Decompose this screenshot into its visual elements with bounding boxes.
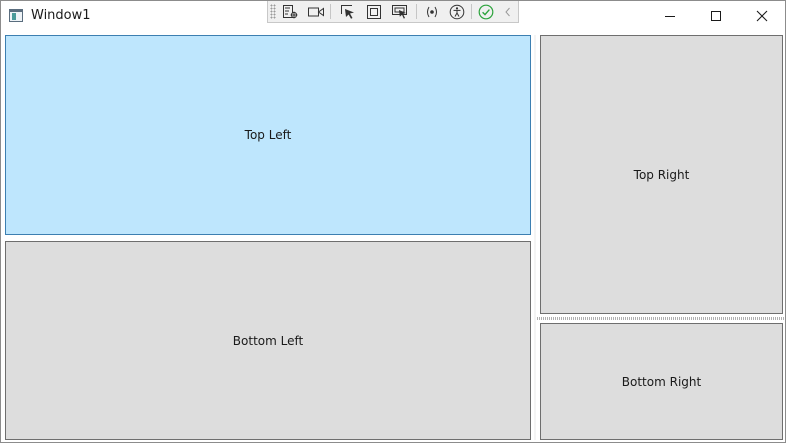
toolbar-separator	[330, 4, 331, 19]
toolbar-separator	[416, 4, 417, 19]
app-window: Window1 Top Left Bottom Left Top Right B…	[0, 0, 786, 443]
vertical-splitter[interactable]	[534, 35, 536, 440]
window-app-icon[interactable]	[9, 9, 23, 22]
panel-label: Top Left	[244, 128, 292, 142]
track-focused-element-icon	[392, 5, 407, 19]
panel-bottom-left[interactable]: Bottom Left	[5, 241, 531, 440]
close-icon	[756, 10, 768, 22]
panel-top-left[interactable]: Top Left	[5, 35, 531, 235]
collapse-toolbar-button[interactable]	[500, 3, 516, 21]
record-video-icon	[308, 7, 324, 17]
record-video-button[interactable]	[306, 3, 326, 21]
select-element-icon	[341, 5, 354, 19]
collapse-toolbar-icon	[505, 7, 510, 17]
binding-failures-button[interactable]	[422, 3, 442, 21]
hot-reload-status-button[interactable]	[476, 3, 496, 21]
accessibility-scanner-button[interactable]	[447, 3, 467, 21]
display-layout-adorners-icon	[367, 5, 381, 19]
window-title: Window1	[31, 8, 91, 23]
accessibility-scanner-icon	[449, 4, 465, 20]
close-button[interactable]	[739, 1, 785, 31]
live-visual-tree-icon	[283, 5, 298, 19]
panel-label: Bottom Left	[232, 333, 304, 348]
panel-label: Top Right	[633, 167, 690, 182]
debug-toolbar	[267, 1, 519, 23]
horizontal-splitter[interactable]	[537, 317, 785, 320]
minimize-icon	[665, 16, 675, 17]
toolbar-grip[interactable]	[270, 4, 276, 19]
maximize-icon	[711, 11, 721, 21]
panel-bottom-right[interactable]: Bottom Right	[540, 323, 783, 440]
select-element-button[interactable]	[338, 3, 358, 21]
track-focused-element-button[interactable]	[390, 3, 410, 21]
binding-failures-icon	[427, 6, 437, 18]
panel-label: Bottom Right	[621, 374, 702, 389]
panel-top-right[interactable]: Top Right	[540, 35, 783, 314]
hot-reload-ok-icon	[478, 4, 494, 20]
live-visual-tree-button[interactable]	[280, 3, 300, 21]
toolbar-separator	[471, 4, 472, 19]
display-layout-adorners-button[interactable]	[364, 3, 384, 21]
maximize-button[interactable]	[693, 1, 739, 31]
minimize-button[interactable]	[647, 1, 693, 31]
